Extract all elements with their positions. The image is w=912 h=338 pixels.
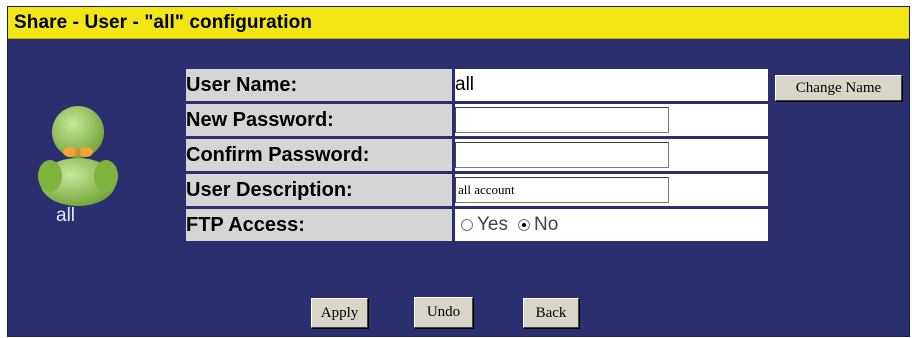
confirm-password-cell [455,139,768,171]
ftp-yes-label: Yes [477,214,508,235]
back-button[interactable]: Back [523,298,579,328]
change-name-button[interactable]: Change Name [775,75,902,101]
ftp-access-options: Yes No [455,214,768,236]
page-title: Share - User - "all" configuration [14,12,313,33]
apply-button[interactable]: Apply [311,298,368,328]
ftp-no-radio[interactable] [518,219,530,231]
row-new-password: New Password: [186,104,768,136]
user-avatar-icon [38,106,118,206]
ftp-access-cell: Yes No [455,209,768,241]
ftp-no-label: No [534,214,559,235]
new-password-label: New Password: [186,104,452,136]
title-bar: Share - User - "all" configuration [8,7,909,39]
user-name-label: User Name: [186,69,452,101]
row-user-description: User Description: [186,174,768,206]
user-description-cell [455,174,768,206]
ftp-yes-radio[interactable] [461,219,473,231]
row-ftp-access: FTP Access: Yes No [186,209,768,241]
user-form: User Name: all New Password: Confirm Pas… [183,66,771,244]
user-name-value-cell: all [455,69,768,101]
user-name-value: all [455,74,475,95]
row-user-name: User Name: all [186,69,768,101]
new-password-input[interactable] [455,107,669,133]
new-password-cell [455,104,768,136]
user-description-input[interactable] [455,177,669,203]
ftp-access-label: FTP Access: [186,209,452,241]
row-confirm-password: Confirm Password: [186,139,768,171]
undo-button[interactable]: Undo [414,297,473,328]
avatar-label: all [56,205,76,226]
confirm-password-label: Confirm Password: [186,139,452,171]
confirm-password-input[interactable] [455,142,669,168]
user-description-label: User Description: [186,174,452,206]
